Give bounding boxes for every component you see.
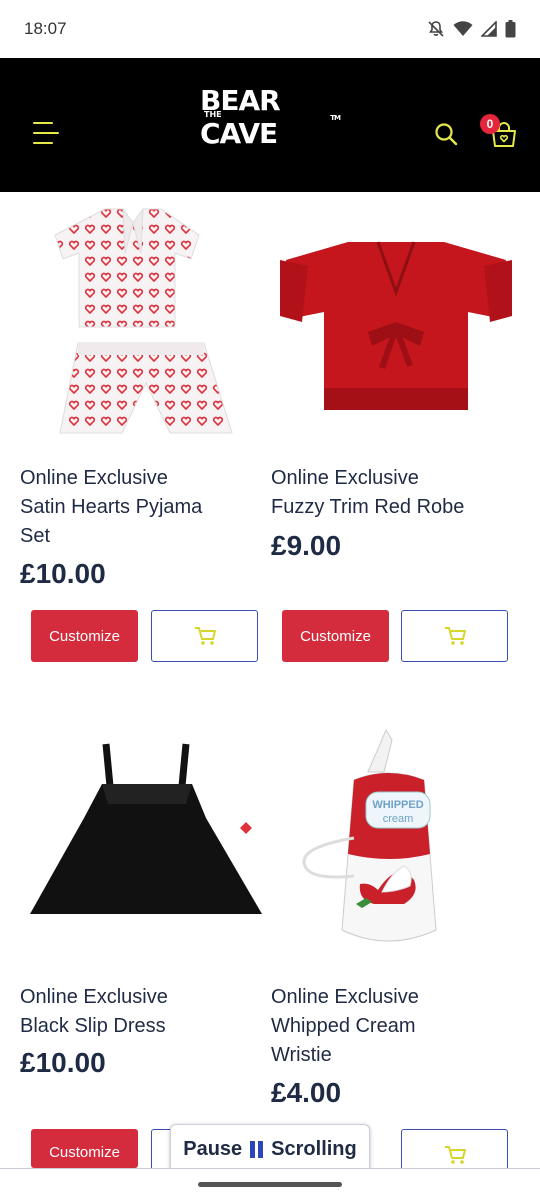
customize-button[interactable]: Customize: [282, 610, 389, 662]
pause-label: Pause: [183, 1137, 243, 1160]
black-dress-image[interactable]: [28, 742, 264, 922]
product-title[interactable]: Online Exclusive Fuzzy Trim Red Robe: [271, 464, 501, 522]
customize-button[interactable]: Customize: [31, 1129, 138, 1168]
site-header: THE BEAR CAVE TM 0: [0, 58, 540, 192]
add-to-cart-button[interactable]: [401, 1129, 508, 1168]
wristie-label-2: cream: [383, 813, 414, 825]
scrolling-label: Scrolling: [271, 1137, 357, 1160]
search-icon[interactable]: [434, 122, 458, 146]
mute-icon: [428, 21, 444, 37]
cart-count-badge: 0: [480, 114, 500, 134]
battery-icon: [505, 20, 516, 38]
whipped-cream-wristie-image[interactable]: WHIPPED cream: [300, 728, 444, 948]
add-to-cart-button[interactable]: [401, 610, 508, 662]
wristie-label-1: WHIPPED: [372, 799, 423, 811]
customize-button[interactable]: Customize: [31, 610, 138, 662]
system-nav-bar: [0, 1169, 540, 1200]
product-title[interactable]: Online Exclusive Whipped Cream Wristie: [271, 983, 501, 1070]
pyjama-set-image[interactable]: [50, 205, 240, 440]
logo-trademark: TM: [330, 114, 341, 122]
signal-icon: [481, 21, 497, 37]
product-price: £9.00: [271, 530, 342, 561]
cart-icon: [194, 627, 216, 645]
product-price: £10.00: [20, 1047, 106, 1078]
menu-icon[interactable]: [33, 122, 61, 144]
pause-scrolling-button[interactable]: Pause Scrolling: [170, 1124, 370, 1174]
product-price: £4.00: [271, 1077, 342, 1108]
pause-icon: [250, 1140, 264, 1158]
status-icons: [427, 20, 516, 38]
status-bar: 18:07: [0, 0, 540, 58]
bear-cave-logo[interactable]: THE BEAR CAVE TM: [200, 84, 341, 150]
cart-icon: [444, 1146, 466, 1164]
product-title[interactable]: Online Exclusive Black Slip Dress: [20, 983, 250, 1041]
add-to-cart-button[interactable]: [151, 610, 258, 662]
home-indicator[interactable]: [198, 1182, 342, 1187]
cart-icon: [444, 627, 466, 645]
red-robe-image[interactable]: [278, 238, 514, 416]
status-time: 18:07: [24, 19, 67, 38]
logo-the-text: THE: [204, 110, 222, 119]
product-title[interactable]: Online Exclusive Satin Hearts Pyjama Set: [20, 464, 250, 551]
product-price: £10.00: [20, 558, 106, 589]
wifi-icon: [453, 21, 473, 36]
